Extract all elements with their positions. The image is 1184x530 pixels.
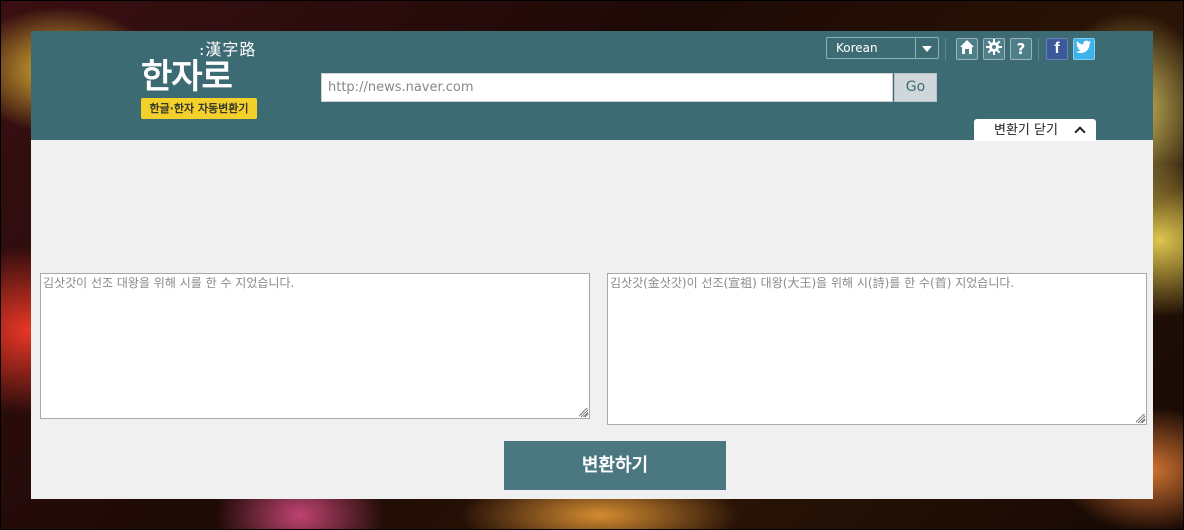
help-icon: ?: [1016, 40, 1026, 58]
close-converter-label: 변환기 닫기: [994, 123, 1058, 138]
logo-badge: 한글·한자 자동변환기: [141, 98, 257, 119]
convert-button[interactable]: 변환하기: [504, 441, 726, 490]
hanja-output-textarea[interactable]: [607, 273, 1147, 425]
input-area: [40, 273, 590, 419]
chevron-up-icon: [1074, 126, 1086, 138]
go-button[interactable]: Go: [894, 73, 937, 102]
app-container: :漢字路 한자로 한글·한자 자동변환기 Go Korean: [31, 31, 1153, 499]
language-select[interactable]: Korean: [826, 37, 939, 59]
language-select-value: Korean: [836, 41, 878, 55]
help-button[interactable]: ?: [1010, 38, 1032, 60]
twitter-icon: [1076, 40, 1092, 58]
facebook-icon: f: [1054, 40, 1060, 57]
korean-input-textarea[interactable]: [40, 273, 590, 419]
header-bar: :漢字路 한자로 한글·한자 자동변환기 Go Korean: [31, 31, 1153, 141]
facebook-button[interactable]: f: [1046, 38, 1068, 60]
twitter-button[interactable]: [1073, 38, 1095, 60]
divider: [1038, 38, 1039, 60]
close-converter-tab[interactable]: 변환기 닫기: [974, 119, 1096, 141]
home-button[interactable]: [956, 38, 978, 60]
gear-icon: [986, 39, 1002, 59]
url-input[interactable]: [321, 73, 893, 102]
logo-title[interactable]: 한자로: [141, 49, 233, 98]
chevron-down-icon: [915, 38, 938, 58]
divider: [945, 38, 946, 60]
settings-button[interactable]: [983, 38, 1005, 60]
home-icon: [959, 39, 975, 59]
output-area: [607, 273, 1147, 425]
